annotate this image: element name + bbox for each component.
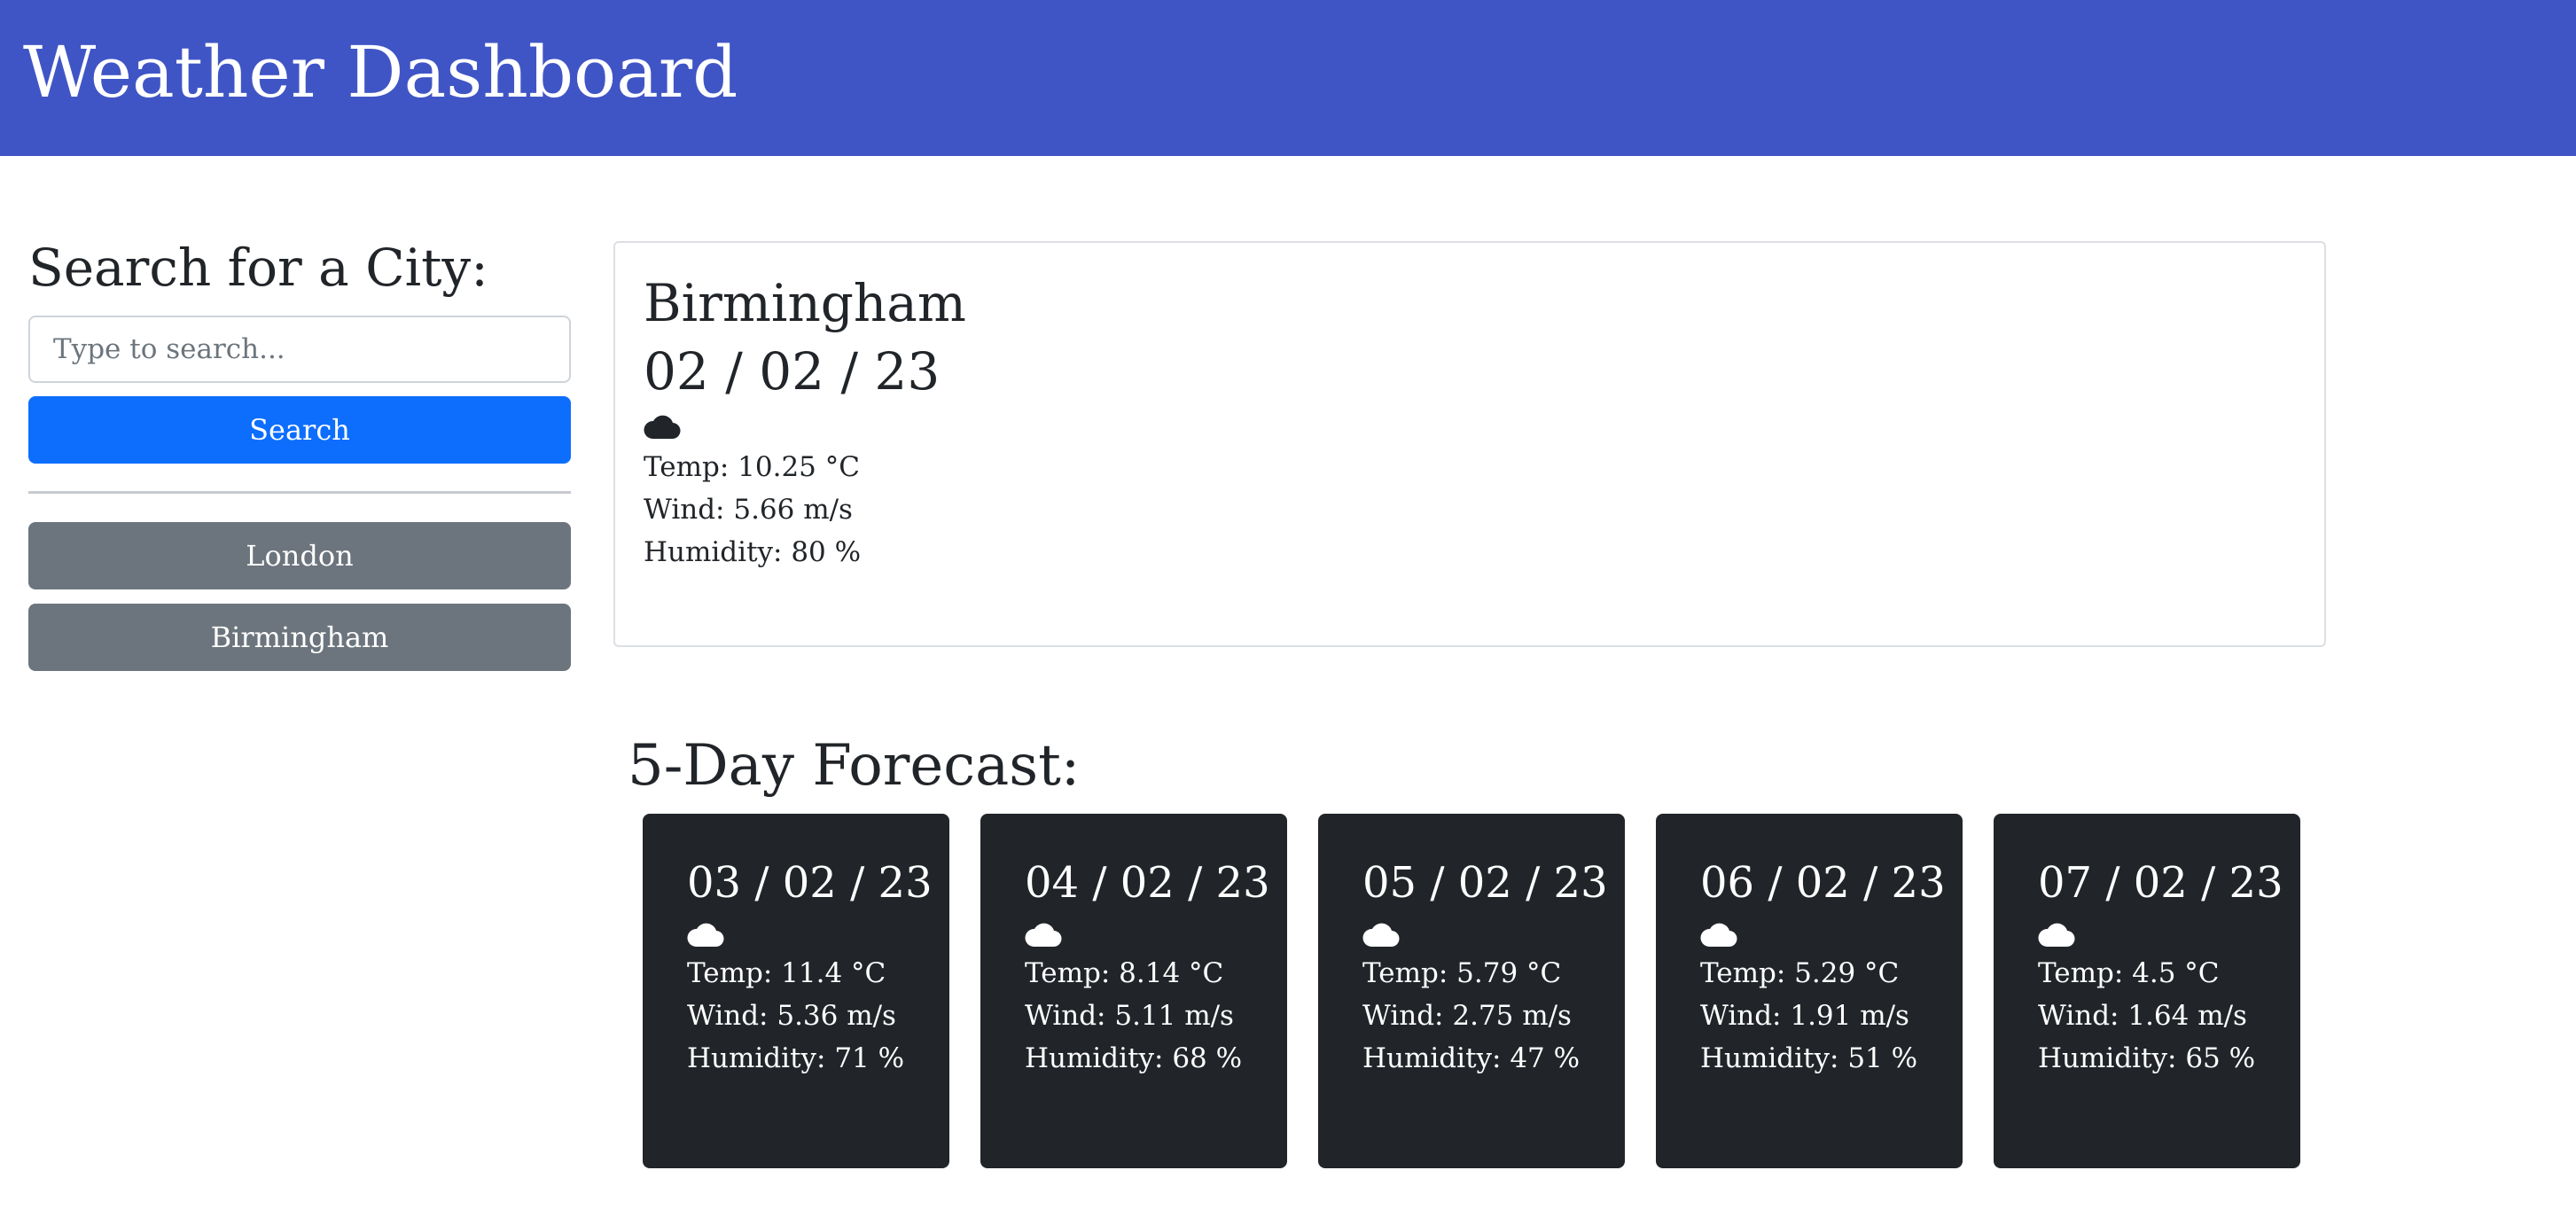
history-city-button[interactable]: Birmingham — [28, 604, 571, 671]
search-heading: Search for a City: — [28, 238, 488, 298]
forecast-card: 05 / 02 / 23 Temp: 5.79 °C Wind: 2.75 m/… — [1318, 814, 1625, 1168]
forecast-wind: Wind: 2.75 m/s — [1362, 999, 1572, 1032]
current-wind: Wind: 5.66 m/s — [644, 494, 853, 526]
cloud-icon — [1700, 923, 1737, 947]
cloud-icon — [2038, 923, 2075, 947]
forecast-wind: Wind: 5.11 m/s — [1025, 999, 1234, 1032]
current-temp: Temp: 10.25 °C — [644, 451, 860, 483]
current-humidity: Humidity: 80 % — [644, 536, 862, 568]
forecast-humidity: Humidity: 71 % — [687, 1042, 905, 1074]
current-date: 02 / 02 / 23 — [644, 340, 941, 402]
forecast-temp: Temp: 5.29 °C — [1700, 956, 1900, 989]
cloud-icon — [687, 923, 724, 947]
current-city-name: Birmingham — [644, 273, 966, 333]
forecast-temp: Temp: 11.4 °C — [687, 956, 886, 989]
forecast-card: 07 / 02 / 23 Temp: 4.5 °C Wind: 1.64 m/s… — [1994, 814, 2300, 1168]
page-header: Weather Dashboard — [0, 0, 2576, 156]
forecast-card: 03 / 02 / 23 Temp: 11.4 °C Wind: 5.36 m/… — [643, 814, 949, 1168]
cloud-icon — [644, 415, 681, 440]
search-input[interactable] — [28, 316, 571, 383]
forecast-heading: 5-Day Forecast: — [628, 733, 1081, 799]
forecast-wind: Wind: 5.36 m/s — [687, 999, 896, 1032]
page-title: Weather Dashboard — [23, 31, 738, 113]
search-button[interactable]: Search — [28, 396, 571, 464]
forecast-date: 06 / 02 / 23 — [1700, 858, 1946, 908]
forecast-row: 03 / 02 / 23 Temp: 11.4 °C Wind: 5.36 m/… — [643, 814, 2300, 1168]
cloud-icon — [1362, 923, 1400, 947]
divider — [28, 491, 571, 494]
search-history-list: London Birmingham — [28, 522, 571, 685]
forecast-card: 04 / 02 / 23 Temp: 8.14 °C Wind: 5.11 m/… — [980, 814, 1287, 1168]
forecast-humidity: Humidity: 51 % — [1700, 1042, 1918, 1074]
forecast-temp: Temp: 8.14 °C — [1025, 956, 1224, 989]
forecast-humidity: Humidity: 68 % — [1025, 1042, 1243, 1074]
forecast-date: 05 / 02 / 23 — [1362, 858, 1608, 908]
forecast-humidity: Humidity: 65 % — [2038, 1042, 2256, 1074]
forecast-humidity: Humidity: 47 % — [1362, 1042, 1581, 1074]
forecast-wind: Wind: 1.64 m/s — [2038, 999, 2247, 1032]
forecast-date: 07 / 02 / 23 — [2038, 858, 2283, 908]
current-weather-card: Birmingham 02 / 02 / 23 Temp: 10.25 °C W… — [613, 241, 2326, 647]
forecast-date: 03 / 02 / 23 — [687, 858, 933, 908]
forecast-wind: Wind: 1.91 m/s — [1700, 999, 1909, 1032]
forecast-temp: Temp: 4.5 °C — [2038, 956, 2220, 989]
forecast-card: 06 / 02 / 23 Temp: 5.29 °C Wind: 1.91 m/… — [1656, 814, 1963, 1168]
forecast-temp: Temp: 5.79 °C — [1362, 956, 1562, 989]
cloud-icon — [1025, 923, 1062, 947]
forecast-date: 04 / 02 / 23 — [1025, 858, 1270, 908]
history-city-button[interactable]: London — [28, 522, 571, 589]
